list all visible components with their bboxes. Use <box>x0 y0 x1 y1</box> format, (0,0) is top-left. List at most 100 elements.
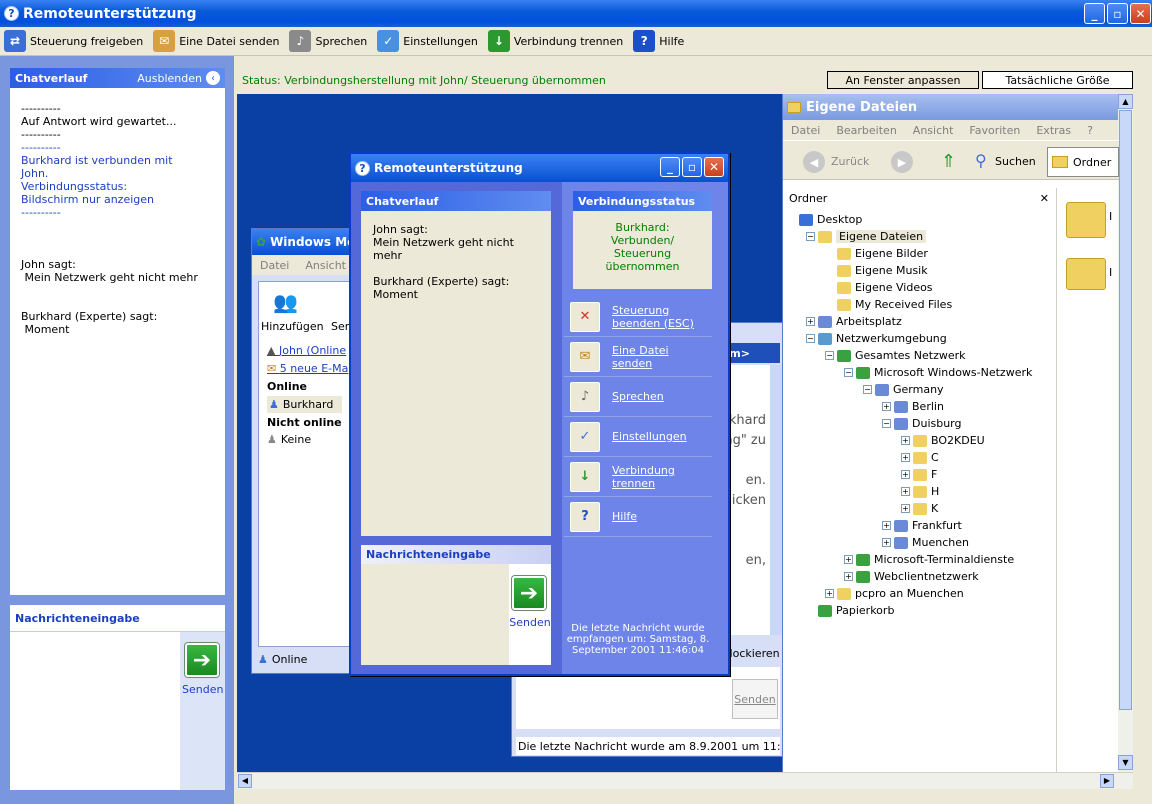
message-input-field[interactable] <box>10 632 180 790</box>
close-button[interactable]: ✕ <box>1130 3 1151 24</box>
maximize-button[interactable]: ▫ <box>1107 3 1128 24</box>
toolbar-button-3[interactable]: ✓ Einstellungen <box>377 30 478 52</box>
tree-item[interactable]: My Received Files <box>787 296 1055 313</box>
tree-item[interactable]: + BO2KDEU <box>787 432 1055 449</box>
menu-item[interactable]: Datei <box>260 259 289 272</box>
tree-item[interactable]: + Muenchen <box>787 534 1055 551</box>
block-button[interactable]: Blockieren <box>722 643 780 663</box>
tree-item[interactable]: Eigene Musik <box>787 262 1055 279</box>
expand-icon[interactable]: + <box>901 504 910 513</box>
tree-item[interactable]: + Microsoft-Terminaldienste <box>787 551 1055 568</box>
scroll-left-icon[interactable]: ◀ <box>238 774 252 788</box>
tree-item[interactable]: + Berlin <box>787 398 1055 415</box>
expand-icon[interactable]: + <box>844 555 853 564</box>
scroll-down-icon[interactable]: ▼ <box>1118 755 1133 770</box>
toolbar-button-1[interactable]: ✉ Eine Datei senden <box>153 30 279 52</box>
action-4[interactable]: ↓ Verbindung trennen <box>564 457 712 497</box>
inner-message-field[interactable] <box>361 564 509 665</box>
tree-item[interactable]: + Frankfurt <box>787 517 1055 534</box>
action-0[interactable]: ✕ Steuerung beenden (ESC) <box>564 297 712 337</box>
expand-icon[interactable]: + <box>825 589 834 598</box>
tree-item[interactable]: − Duisburg <box>787 415 1055 432</box>
tree-item[interactable]: + F <box>787 466 1055 483</box>
splitter[interactable] <box>1056 188 1057 772</box>
scroll-thumb[interactable] <box>1119 110 1132 710</box>
collapse-icon[interactable]: − <box>863 385 872 394</box>
menu-item[interactable]: Favoriten <box>969 124 1020 137</box>
tree-item[interactable]: Eigene Videos <box>787 279 1055 296</box>
tree-item[interactable]: − Germany <box>787 381 1055 398</box>
inner-maximize-button[interactable]: ▫ <box>682 157 702 177</box>
expand-icon[interactable]: + <box>882 538 891 547</box>
john-status-link[interactable]: ▲ John (Online <box>267 344 346 357</box>
collapse-icon[interactable]: − <box>844 368 853 377</box>
inner-minimize-button[interactable]: _ <box>660 157 680 177</box>
expand-icon[interactable]: + <box>901 470 910 479</box>
minimize-button[interactable]: _ <box>1084 3 1105 24</box>
menu-item[interactable]: Datei <box>791 124 820 137</box>
horizontal-scrollbar[interactable]: ◀ ▶ <box>237 772 1133 789</box>
toolbar-button-2[interactable]: ♪ Sprechen <box>289 30 367 52</box>
tree-item[interactable]: − Netzwerkumgebung <box>787 330 1055 347</box>
menu-item[interactable]: ? <box>1087 124 1093 137</box>
action-2[interactable]: ♪ Sprechen <box>564 377 712 417</box>
actual-size-button[interactable]: Tatsächliche Größe <box>982 71 1133 89</box>
menu-item[interactable]: Ansicht <box>305 259 346 272</box>
menu-item[interactable]: Extras <box>1036 124 1071 137</box>
hide-chat-button[interactable]: Ausblenden ‹ <box>137 71 220 85</box>
add-contact-button[interactable]: Hinzufügen <box>261 320 324 333</box>
scroll-right-icon[interactable]: ▶ <box>1100 774 1114 788</box>
scroll-up-icon[interactable]: ▲ <box>1118 94 1133 109</box>
tree-item[interactable]: Eigene Bilder <box>787 245 1055 262</box>
tree-item[interactable]: + pcpro an Muenchen <box>787 585 1055 602</box>
collapse-icon[interactable]: − <box>882 419 891 428</box>
conv-send-button[interactable]: Senden <box>732 679 778 719</box>
menu-item[interactable]: Ansicht <box>913 124 954 137</box>
contact-burkhard[interactable]: ♟ Burkhard <box>267 396 342 413</box>
back-arrow-icon[interactable]: ◀ <box>803 151 825 173</box>
expand-icon[interactable]: + <box>882 402 891 411</box>
toolbar-button-4[interactable]: ↓ Verbindung trennen <box>487 30 623 52</box>
tree-item[interactable]: + C <box>787 449 1055 466</box>
tree-item[interactable]: + H <box>787 483 1055 500</box>
tree-item[interactable]: + K <box>787 500 1055 517</box>
search-button[interactable]: Suchen <box>995 155 1036 168</box>
close-folders-pane-icon[interactable]: ✕ <box>1040 192 1049 205</box>
collapse-icon[interactable]: − <box>806 232 815 241</box>
expand-icon[interactable]: + <box>901 487 910 496</box>
toolbar-button-5[interactable]: ? Hilfe <box>633 30 684 52</box>
send-arrow-icon[interactable]: ➔ <box>185 643 219 677</box>
tree-item[interactable]: − Gesamtes Netzwerk <box>787 347 1055 364</box>
folder-icon[interactable] <box>1066 258 1106 290</box>
new-mail-link[interactable]: ✉ 5 neue E-Ma <box>267 362 348 375</box>
tree-item[interactable]: Papierkorb <box>787 602 1055 619</box>
send-button[interactable]: Senden <box>182 683 223 696</box>
tree-item[interactable]: + Arbeitsplatz <box>787 313 1055 330</box>
expand-icon[interactable]: + <box>901 453 910 462</box>
action-3[interactable]: ✓ Einstellungen <box>564 417 712 457</box>
tree-item[interactable]: − Microsoft Windows-Netzwerk <box>787 364 1055 381</box>
inner-close-button[interactable]: ✕ <box>704 157 724 177</box>
messenger-status[interactable]: ♟ Online <box>258 653 307 666</box>
tree-item[interactable]: + Webclientnetzwerk <box>787 568 1055 585</box>
forward-arrow-icon[interactable]: ▶ <box>891 151 913 173</box>
folder-icon[interactable] <box>1066 202 1106 238</box>
inner-send-button[interactable]: Senden <box>509 616 551 629</box>
up-folder-icon[interactable]: ⇑ <box>941 151 956 172</box>
collapse-icon[interactable]: − <box>806 334 815 343</box>
expand-icon[interactable]: + <box>844 572 853 581</box>
action-1[interactable]: ✉ Eine Datei senden <box>564 337 712 377</box>
tree-item[interactable]: Desktop <box>787 211 1055 228</box>
action-5[interactable]: ? Hilfe <box>564 497 712 537</box>
fit-window-button[interactable]: An Fenster anpassen <box>827 71 979 89</box>
conv-scrollbar[interactable] <box>770 365 782 635</box>
send-arrow-icon[interactable]: ➔ <box>512 576 546 610</box>
folders-button[interactable]: Ordner <box>1047 147 1119 177</box>
collapse-icon[interactable]: − <box>825 351 834 360</box>
expand-icon[interactable]: + <box>882 521 891 530</box>
back-button[interactable]: Zurück <box>831 155 869 168</box>
vertical-scrollbar[interactable]: ▲ ▼ <box>1118 94 1133 772</box>
expand-icon[interactable]: + <box>806 317 815 326</box>
tree-item[interactable]: − Eigene Dateien <box>787 228 1055 245</box>
toolbar-button-0[interactable]: ⇄ Steuerung freigeben <box>4 30 143 52</box>
